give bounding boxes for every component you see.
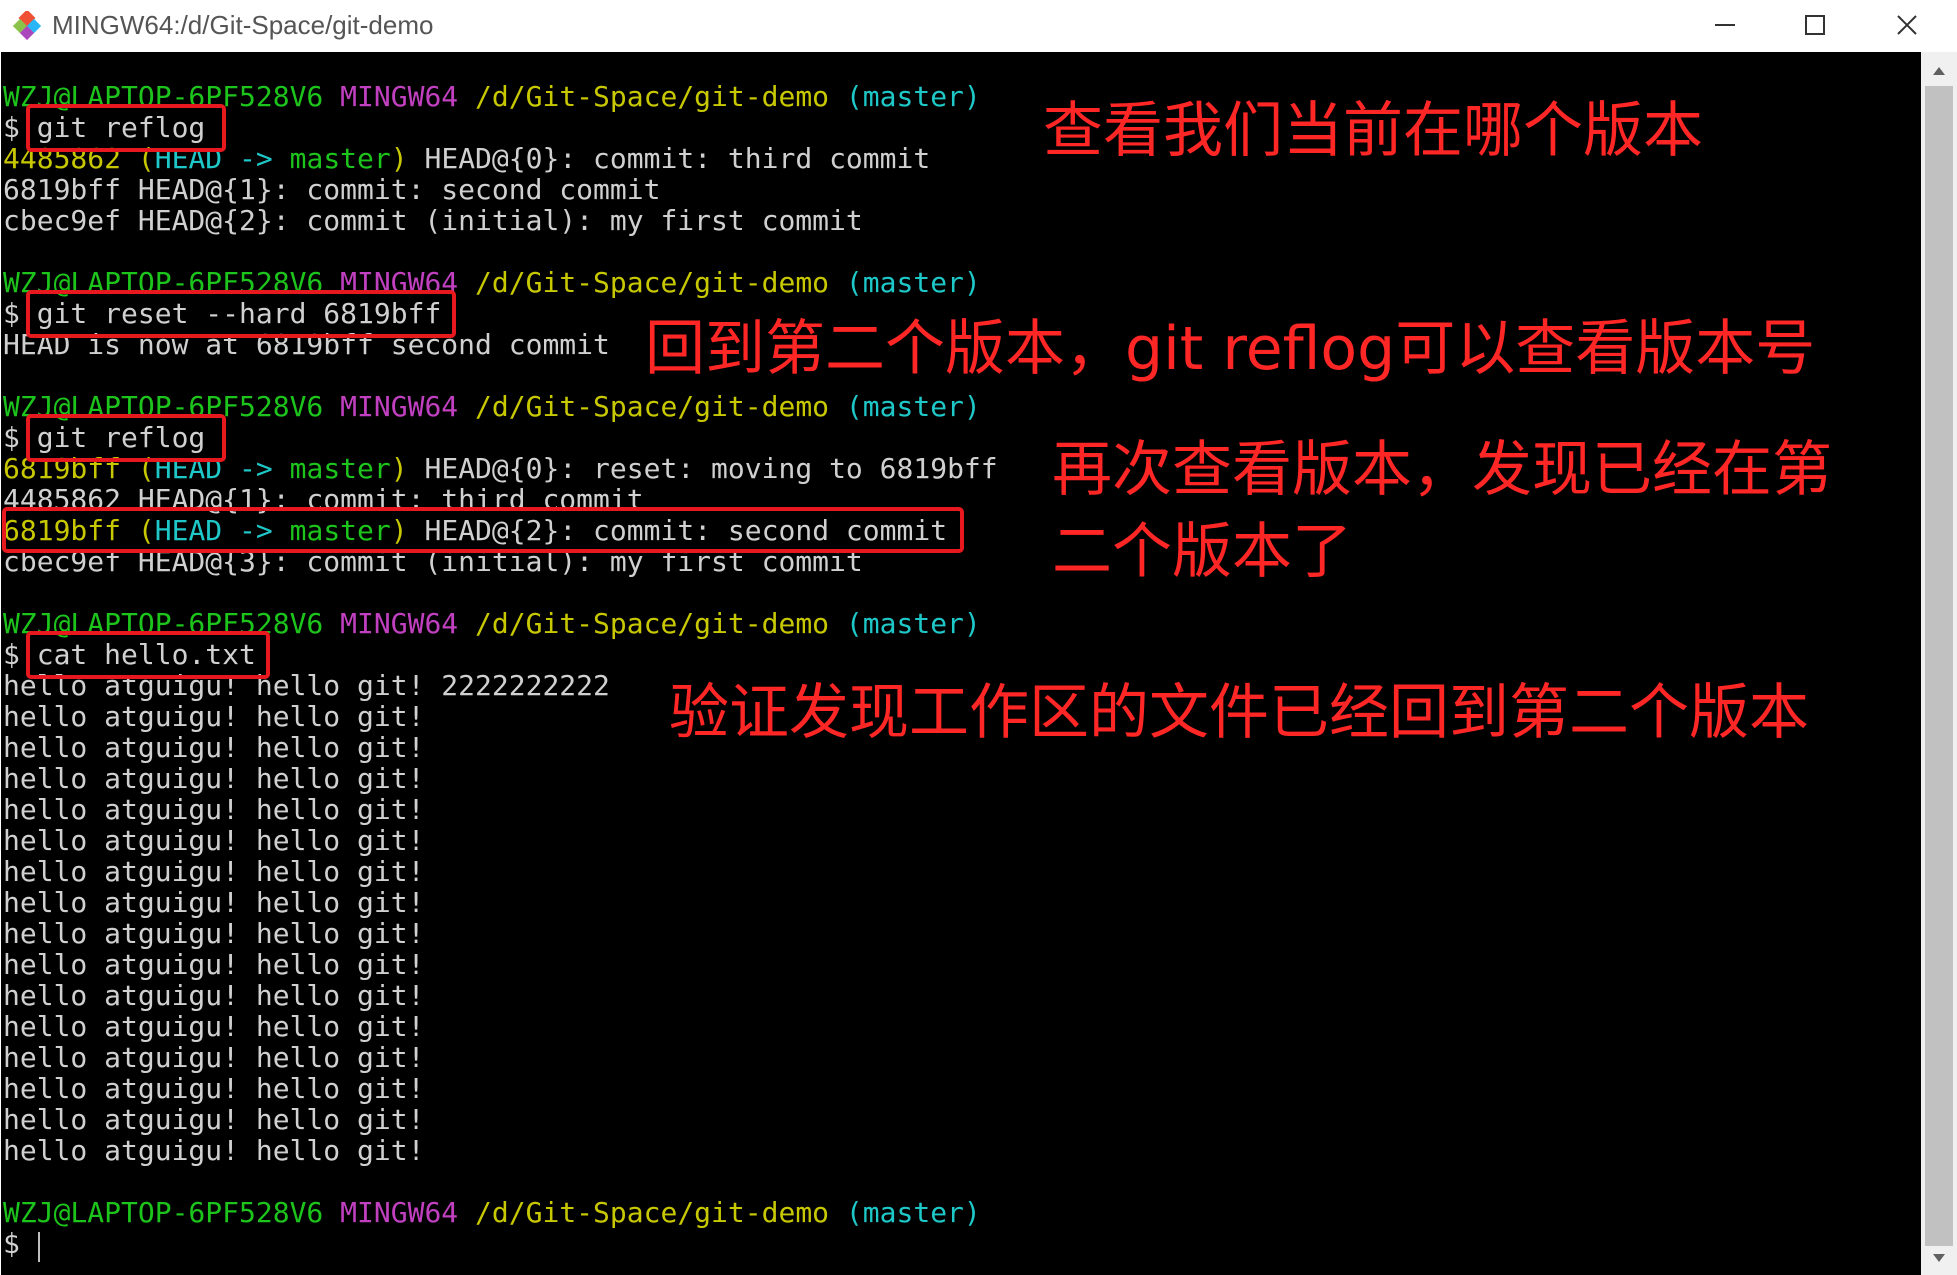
prompt-env: MINGW64: [340, 1196, 459, 1229]
file-line: hello atguigu! hello git!: [3, 886, 425, 919]
file-line: hello atguigu! hello git!: [3, 1041, 425, 1074]
scroll-up-icon[interactable]: [1932, 66, 1946, 76]
close-button[interactable]: [1862, 0, 1952, 50]
ref-branch: master: [289, 142, 391, 175]
maximize-icon: [1805, 15, 1825, 35]
ref-branch: master: [289, 452, 391, 485]
prompt-path: /d/Git-Space/git-demo: [475, 607, 830, 640]
prompt-line: WZJ@LAPTOP-6PF528V6 MINGW64 /d/Git-Space…: [3, 1197, 981, 1228]
prompt-branch: (master): [845, 607, 981, 640]
prompt-symbol: $: [3, 638, 20, 671]
prompt-path: /d/Git-Space/git-demo: [475, 80, 830, 113]
text-cursor: [38, 1232, 40, 1262]
output-line: 6819bff HEAD@{1}: commit: second commit: [3, 173, 661, 206]
prompt-branch: (master): [845, 1196, 981, 1229]
highlight-box: [26, 104, 226, 152]
annotation-text: 查看我们当前在哪个版本: [1043, 96, 1703, 166]
scroll-down-icon[interactable]: [1932, 1253, 1946, 1263]
reflog-entry: HEAD@{0}: reset: moving to 6819bff: [424, 452, 998, 485]
minimize-button[interactable]: [1680, 0, 1770, 50]
output-line: cbec9ef HEAD@{2}: commit (initial): my f…: [3, 204, 863, 237]
prompt-symbol: $: [3, 1227, 20, 1260]
prompt-path: /d/Git-Space/git-demo: [475, 1196, 830, 1229]
annotation-text: 回到第二个版本，git reflog可以查看版本号: [645, 314, 1816, 384]
prompt-path: /d/Git-Space/git-demo: [475, 390, 830, 423]
ref-arrow: ->: [239, 142, 273, 175]
window-title: MINGW64:/d/Git-Space/git-demo: [52, 10, 434, 40]
git-bash-icon: [13, 11, 42, 41]
prompt-user: WZJ@LAPTOP-6PF528V6: [3, 1196, 324, 1229]
prompt-path: /d/Git-Space/git-demo: [475, 266, 830, 299]
prompt-env: MINGW64: [340, 80, 459, 113]
minimize-icon: [1715, 24, 1735, 26]
prompt-env: MINGW64: [340, 390, 459, 423]
file-line: hello atguigu! hello git!: [3, 1010, 425, 1043]
file-line: hello atguigu! hello git!: [3, 855, 425, 888]
highlight-box: [26, 631, 270, 679]
file-line: hello atguigu! hello git!: [3, 1134, 425, 1167]
prompt-env: MINGW64: [340, 607, 459, 640]
scrollbar-thumb[interactable]: [1925, 86, 1953, 1246]
file-line: hello atguigu! hello git!: [3, 762, 425, 795]
title-bar: MINGW64:/d/Git-Space/git-demo: [0, 0, 1957, 50]
file-line: hello atguigu! hello git!: [3, 731, 425, 764]
highlight-box: [2, 507, 964, 553]
maximize-button[interactable]: [1770, 0, 1860, 50]
annotation-text: 二个版本了: [1052, 517, 1352, 587]
command-line[interactable]: $: [3, 1228, 20, 1259]
file-line: hello atguigu! hello git!: [3, 1103, 425, 1136]
prompt-symbol: $: [3, 297, 20, 330]
ref-paren: ): [390, 452, 408, 485]
prompt-branch: (master): [845, 390, 981, 423]
file-line: hello atguigu! hello git!: [3, 1072, 425, 1105]
highlight-box: [26, 414, 226, 462]
annotation-text: 验证发现工作区的文件已经回到第二个版本: [669, 678, 1809, 748]
prompt-symbol: $: [3, 421, 20, 454]
reflog-entry: HEAD@{0}: commit: third commit: [424, 142, 931, 175]
vertical-scrollbar[interactable]: [1921, 52, 1957, 1275]
highlight-box: [26, 290, 456, 338]
file-line: hello atguigu! hello git!: [3, 824, 425, 857]
file-line: hello atguigu! hello git!: [3, 979, 425, 1012]
file-line: hello atguigu! hello git!: [3, 948, 425, 981]
close-icon: [1897, 15, 1917, 35]
file-line: hello atguigu! hello git!: [3, 700, 425, 733]
terminal-output[interactable]: WZJ@LAPTOP-6PF528V6 MINGW64 /d/Git-Space…: [1, 52, 1921, 1275]
annotation-text: 再次查看版本，发现已经在第: [1052, 435, 1832, 505]
ref-arrow: ->: [239, 452, 273, 485]
prompt-branch: (master): [845, 80, 981, 113]
prompt-branch: (master): [845, 266, 981, 299]
ref-paren: ): [390, 142, 408, 175]
file-line: hello atguigu! hello git!: [3, 917, 425, 950]
file-line: hello atguigu! hello git!: [3, 793, 425, 826]
prompt-symbol: $: [3, 111, 20, 144]
